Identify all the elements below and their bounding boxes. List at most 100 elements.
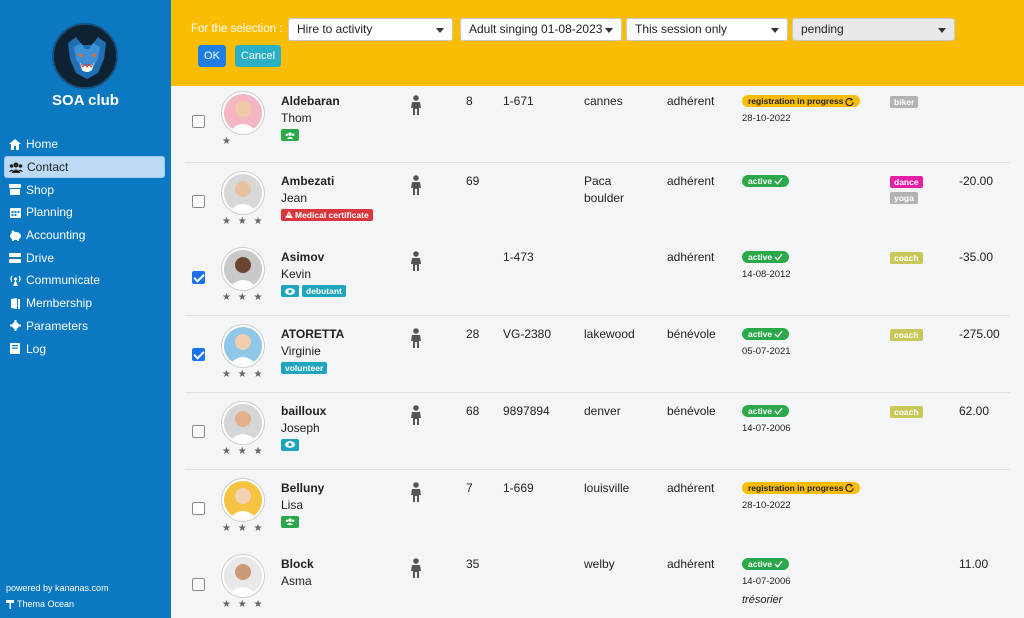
contact-last-name[interactable]: Asimov [281,250,324,264]
row-checkbox[interactable] [192,115,205,128]
tag-badge: debutant [302,285,346,298]
session-select[interactable]: This session only [626,18,788,41]
sidebar-item-membership[interactable]: Membership [4,292,165,315]
table-row[interactable]: ★ ★ ★ ATORETTA Virginie volunteer 28 VG-2380 l… [185,316,1010,394]
sidebar-item-drive[interactable]: Drive [4,246,165,269]
rating-stars: ★ ★ ★ [222,292,265,304]
status-select[interactable]: pending [792,18,955,41]
contact-code: 9897894 [503,403,550,418]
cancel-button[interactable]: Cancel [235,45,281,67]
row-checkbox[interactable] [192,578,205,592]
person-icon [409,95,423,115]
table-row[interactable]: ★ ★ ★ Ambezati Jean Medical certificate 69 Pa… [185,162,1010,240]
sidebar-item-parameters[interactable]: Parameters [4,315,165,338]
row-checkbox[interactable] [192,424,205,438]
status-label: active [748,252,773,263]
contact-city: louisville [584,480,630,495]
status-badge[interactable]: active [742,251,790,264]
contact-last-name[interactable]: Aldebaran [281,94,340,108]
rating-stars: ★ ★ ★ [222,445,265,457]
contact-last-name[interactable]: ATORETTA [281,327,344,341]
status-badge[interactable]: active [742,174,790,187]
row-checkbox[interactable] [192,501,205,515]
status-badge[interactable]: active [742,558,790,571]
club-logo[interactable] [52,23,118,89]
sidebar-item-label: Contact [27,160,69,175]
contact-code: VG-2380 [503,327,552,342]
activity-select[interactable]: Adult singing 01-08-2023 [460,18,622,41]
calendar-icon [8,206,22,218]
status-badge[interactable]: registration in progress [742,481,861,494]
person-icon [409,174,423,195]
check-icon [774,330,783,338]
table-row[interactable]: ★ Aldebaran Thom 8 1-671 cannes adhérent regist… [185,86,1010,163]
contact-balance: 11.00 [959,557,989,572]
table-row[interactable]: ★ ★ ★ bailloux Joseph 68 9897894 denver bénévo… [185,392,1010,470]
selection-bar: For the selection : Hire to activity Adu… [171,0,1024,86]
avatar[interactable] [222,478,264,521]
row-checkbox[interactable] [192,194,205,208]
sidebar-item-accounting[interactable]: Accounting [4,224,165,247]
paint-roller-icon [6,599,14,609]
avatar[interactable] [222,248,264,291]
sidebar-item-label: Accounting [26,228,86,243]
theme-selector[interactable]: Thema Ocean [6,599,74,609]
person-icon [409,558,423,579]
membership-date: 05-07-2021 [742,346,791,358]
contact-last-name[interactable]: Belluny [281,481,324,495]
group-tag [281,129,299,141]
tag-badge: Medical certificate [281,208,373,221]
status-select-value: pending [801,22,844,36]
eye-icon [285,288,295,295]
action-select[interactable]: Hire to activity [288,18,453,41]
chevron-down-icon [605,28,613,33]
sidebar-item-contact[interactable]: Contact [4,155,165,179]
activity-select-value: Adult singing 01-08-2023 [469,22,603,36]
status-badge[interactable]: registration in progress [742,95,861,107]
sidebar-item-label: Communicate [26,273,101,288]
contact-city: welby [584,557,615,572]
status-badge[interactable]: active [742,328,790,341]
contact-city-line2: boulder [584,190,625,205]
row-checkbox[interactable] [192,348,205,362]
rating-stars: ★ ★ ★ [222,522,265,534]
avatar[interactable] [222,401,264,444]
group-tag [281,515,299,528]
membership-date: 28-10-2022 [742,113,791,124]
theme-label: Thema Ocean [17,599,75,609]
sidebar-item-log[interactable]: Log [4,337,165,360]
contact-first-name: Kevin [281,267,312,282]
row-checkbox[interactable] [192,271,205,285]
sidebar-item-home[interactable]: Home [4,133,165,156]
users-icon [285,131,295,139]
table-row[interactable]: ★ ★ ★ Asimov Kevin debutant 1-473 adhérent -35… [185,239,1010,317]
refresh-icon [845,97,855,106]
broadcast-icon [8,274,22,286]
gear-icon [8,320,22,332]
sidebar-item-label: Shop [26,182,55,197]
status-badge[interactable]: active [742,404,790,417]
contact-city: cannes [584,94,623,108]
ok-button[interactable]: OK [198,45,226,67]
status-label: registration in progress [748,482,844,493]
avatar[interactable] [222,171,264,214]
users-icon [285,518,295,525]
sidebar-item-communicate[interactable]: Communicate [4,269,165,292]
check-icon [774,254,783,262]
sidebar-item-shop[interactable]: Shop [4,178,165,201]
avatar[interactable] [222,325,264,368]
activity-badge: coach [890,329,923,342]
table-row[interactable]: ★ ★ ★ Belluny Lisa 7 1-669 louisville adhérent… [185,469,1010,547]
contact-last-name[interactable]: bailloux [281,404,326,418]
status-label: active [748,175,773,186]
contact-type: adhérent [667,480,715,495]
activity-badge: coach [890,252,923,265]
table-row[interactable]: ★ ★ ★ Block Asma 35 welby adhérent 11.00 active… [185,546,1010,618]
powered-by-link[interactable]: powered by kananas.com [6,583,109,593]
sidebar-item-planning[interactable]: Planning [4,201,165,224]
avatar[interactable] [222,555,264,598]
contact-tags: debutant [281,285,346,298]
avatar[interactable] [222,92,264,134]
contact-last-name[interactable]: Block [281,557,314,571]
contact-last-name[interactable]: Ambezati [281,174,334,188]
